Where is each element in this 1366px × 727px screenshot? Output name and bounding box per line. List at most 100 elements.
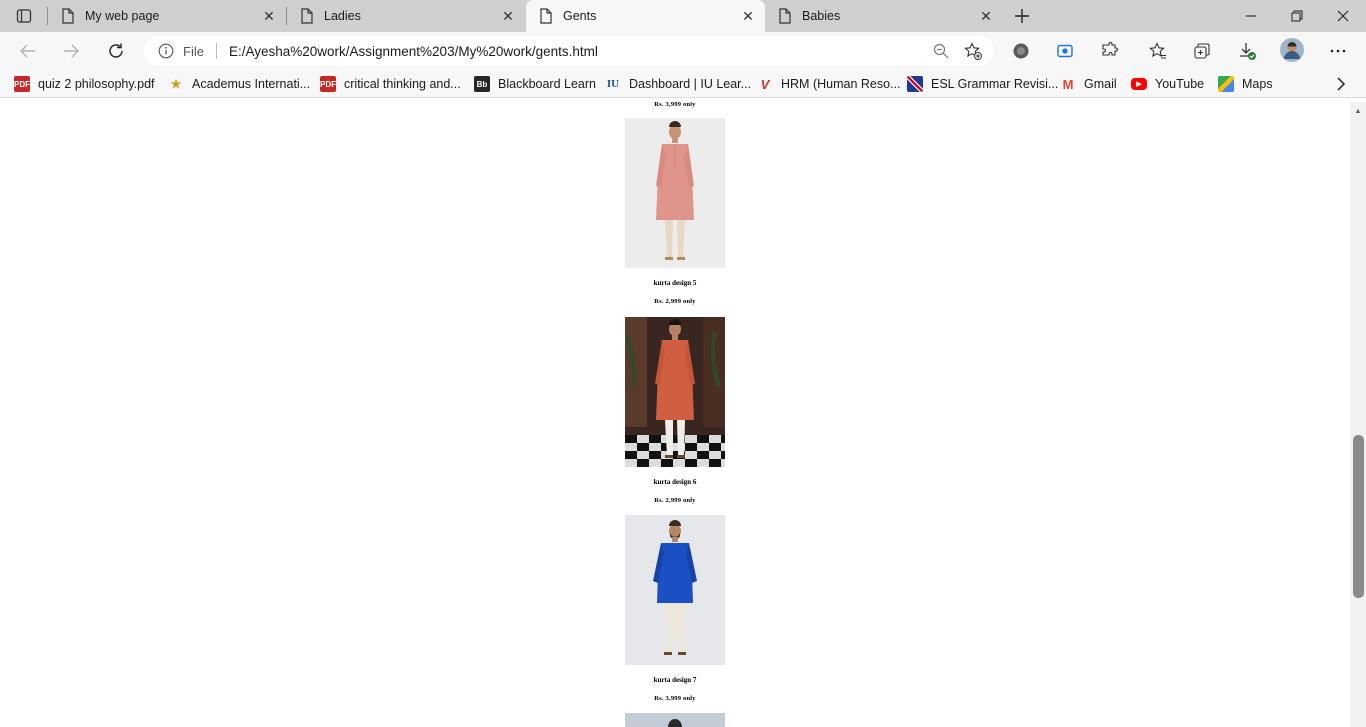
collections-icon[interactable] [1190, 39, 1214, 63]
more-options-icon[interactable] [1326, 39, 1350, 63]
close-tab-icon[interactable]: ✕ [497, 5, 519, 27]
restore-button[interactable] [1274, 0, 1320, 32]
zoom-out-icon[interactable] [930, 40, 952, 62]
previous-product-price: Rs. 3,999 only [654, 102, 696, 108]
tab-title: Ladies [324, 9, 361, 23]
page-icon [538, 8, 554, 24]
scrollbar-thumb[interactable] [1353, 435, 1364, 598]
plus-icon [1015, 9, 1029, 23]
product-card: kurta design 6 Rs. 2,999 only [575, 317, 775, 506]
product-price: Rs. 3,999 only [654, 695, 696, 702]
vu-icon: V [760, 76, 770, 92]
add-favorite-icon[interactable] [962, 40, 984, 62]
minimize-icon [1246, 15, 1256, 17]
bookmark-label: Dashboard | IU Lear... [629, 77, 752, 91]
bookmark-item[interactable]: ★ Academus Internati... [168, 75, 311, 93]
tab-separator [47, 7, 48, 25]
product-name: kurta design 7 [653, 676, 697, 684]
product-price: Rs. 2,999 only [654, 497, 696, 504]
url-text[interactable]: E:/Ayesha%20work/Assignment%203/My%20wor… [229, 44, 930, 59]
close-tab-icon[interactable]: ✕ [975, 5, 997, 27]
next-product-image[interactable] [625, 713, 725, 727]
blackboard-icon: Bb [474, 76, 490, 92]
product-name: kurta design 5 [653, 279, 697, 287]
pdf-icon: PDF [14, 76, 30, 92]
extensions-icon[interactable] [1097, 39, 1121, 63]
minimize-button[interactable] [1228, 0, 1274, 32]
tab-my-web-page[interactable]: My web page ✕ [47, 0, 286, 32]
bookmark-label: ESL Grammar Revisi... [931, 77, 1059, 91]
bookmark-item[interactable]: Bb Blackboard Learn [474, 75, 596, 93]
bookmark-item[interactable]: V HRM (Human Reso... [757, 75, 901, 93]
browser-toolbar: File E:/Ayesha%20work/Assignment%203/My%… [0, 32, 1366, 70]
bookmark-label: Academus Internati... [192, 77, 311, 91]
close-icon [1337, 10, 1349, 22]
product-price: Rs. 2,999 only [654, 298, 696, 305]
bookmark-label: Gmail [1084, 77, 1117, 91]
academus-icon: ★ [170, 77, 182, 91]
page-viewport[interactable]: Rs. 3,999 only kurta design 5 Rs. 2,999 … [0, 102, 1350, 727]
bookmark-item[interactable]: IU Dashboard | IU Lear... [605, 75, 751, 93]
orange-kurta-image[interactable] [625, 317, 725, 467]
uk-flag-icon [907, 76, 923, 92]
product-name: kurta design 6 [653, 478, 697, 486]
page-icon [299, 8, 315, 24]
product-card: kurta design 5 Rs. 2,999 only [575, 118, 775, 307]
refresh-icon [109, 43, 123, 58]
favorites-icon[interactable] [1146, 39, 1170, 63]
tab-actions-menu-button[interactable] [8, 4, 40, 28]
bookmark-label: Maps [1242, 77, 1273, 91]
tab-actions-icon [16, 9, 32, 23]
pink-kurta-image[interactable] [625, 118, 725, 268]
tab-title: Gents [563, 9, 597, 23]
scroll-up-arrow-icon[interactable]: ▲ [1353, 106, 1363, 116]
address-bar[interactable]: File E:/Ayesha%20work/Assignment%203/My%… [144, 36, 994, 66]
forward-arrow-icon [64, 44, 79, 58]
bookmark-label: quiz 2 philosophy.pdf [38, 77, 155, 91]
refresh-button[interactable] [102, 37, 130, 65]
youtube-icon: ▶ [1131, 78, 1147, 90]
tab-babies[interactable]: Babies ✕ [765, 0, 1003, 32]
info-icon[interactable] [157, 42, 175, 60]
omnibox-divider [215, 43, 217, 59]
product-card: kurta design 7 Rs. 3,999 only [575, 515, 775, 704]
close-window-button[interactable] [1320, 0, 1366, 32]
downloads-icon[interactable] [1235, 39, 1259, 63]
bookmark-item[interactable]: M Gmail [1060, 75, 1117, 93]
product-column: Rs. 3,999 only kurta design 5 Rs. 2,999 … [575, 102, 775, 727]
gmail-icon: M [1062, 76, 1074, 92]
bookmark-item[interactable]: Maps [1218, 75, 1273, 93]
maps-icon [1218, 76, 1234, 92]
bookmark-item[interactable]: ESL Grammar Revisi... [907, 75, 1058, 93]
page-icon [777, 8, 793, 24]
bookmark-label: YouTube [1155, 77, 1205, 91]
bookmark-item[interactable]: PDF quiz 2 philosophy.pdf [14, 75, 155, 93]
bookmark-label: HRM (Human Reso... [781, 77, 901, 91]
bookmarks-bar: PDF quiz 2 philosophy.pdf ★ Academus Intern… [0, 70, 1366, 98]
tab-ladies[interactable]: Ladies ✕ [286, 0, 525, 32]
screen-capture-icon[interactable] [1053, 39, 1077, 63]
bookmark-item[interactable]: ▶ YouTube [1131, 75, 1204, 93]
iu-icon: IU [606, 78, 620, 90]
forward-button[interactable] [57, 37, 85, 65]
back-arrow-icon [20, 44, 35, 58]
tab-strip: My web page ✕ Ladies ✕ Gents ✕ Babies ✕ [0, 0, 1366, 32]
blue-kurta-image[interactable] [625, 515, 725, 665]
more-bookmarks-chevron-icon[interactable] [1330, 72, 1352, 96]
page-icon [60, 8, 76, 24]
profile-avatar[interactable] [1279, 37, 1305, 63]
restore-icon [1291, 10, 1303, 22]
bookmark-item[interactable]: PDF critical thinking and... [320, 75, 461, 93]
tab-title: My web page [85, 9, 160, 23]
pdf-icon: PDF [320, 76, 336, 92]
tab-separator [286, 7, 287, 25]
protocol-label: File [183, 43, 204, 59]
close-tab-icon[interactable]: ✕ [258, 5, 280, 27]
new-tab-button[interactable] [1010, 4, 1034, 28]
back-button[interactable] [14, 37, 42, 65]
tab-title: Babies [802, 9, 841, 23]
extension-record-icon[interactable] [1009, 39, 1033, 63]
vertical-scrollbar[interactable]: ▲ [1350, 102, 1366, 727]
tab-gents[interactable]: Gents ✕ [526, 0, 765, 32]
close-tab-icon[interactable]: ✕ [737, 5, 759, 27]
